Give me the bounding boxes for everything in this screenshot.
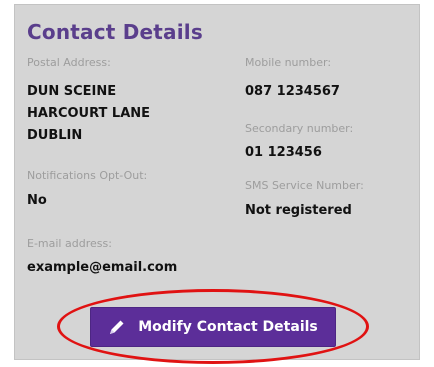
email-address-value: example@email.com bbox=[27, 260, 178, 275]
postal-address-label: Postal Address: bbox=[27, 56, 111, 69]
sms-service-number-value: Not registered bbox=[245, 203, 352, 218]
notifications-opt-out-value: No bbox=[27, 193, 47, 208]
postal-address-line-1: DUN SCEINE bbox=[27, 84, 117, 99]
modify-contact-details-button[interactable]: Modify Contact Details bbox=[90, 307, 336, 347]
postal-address-line-3: DUBLIN bbox=[27, 128, 83, 143]
secondary-number-value: 01 123456 bbox=[245, 145, 322, 160]
pencil-icon bbox=[108, 318, 126, 336]
mobile-number-value: 087 1234567 bbox=[245, 84, 340, 99]
sms-service-number-label: SMS Service Number: bbox=[245, 179, 364, 192]
postal-address-line-2: HARCOURT LANE bbox=[27, 106, 151, 121]
panel-title: Contact Details bbox=[27, 20, 203, 44]
secondary-number-label: Secondary number: bbox=[245, 122, 354, 135]
mobile-number-label: Mobile number: bbox=[245, 56, 332, 69]
notifications-opt-out-label: Notifications Opt-Out: bbox=[27, 169, 148, 182]
modify-contact-details-label: Modify Contact Details bbox=[138, 319, 318, 335]
email-address-label: E-mail address: bbox=[27, 237, 112, 250]
